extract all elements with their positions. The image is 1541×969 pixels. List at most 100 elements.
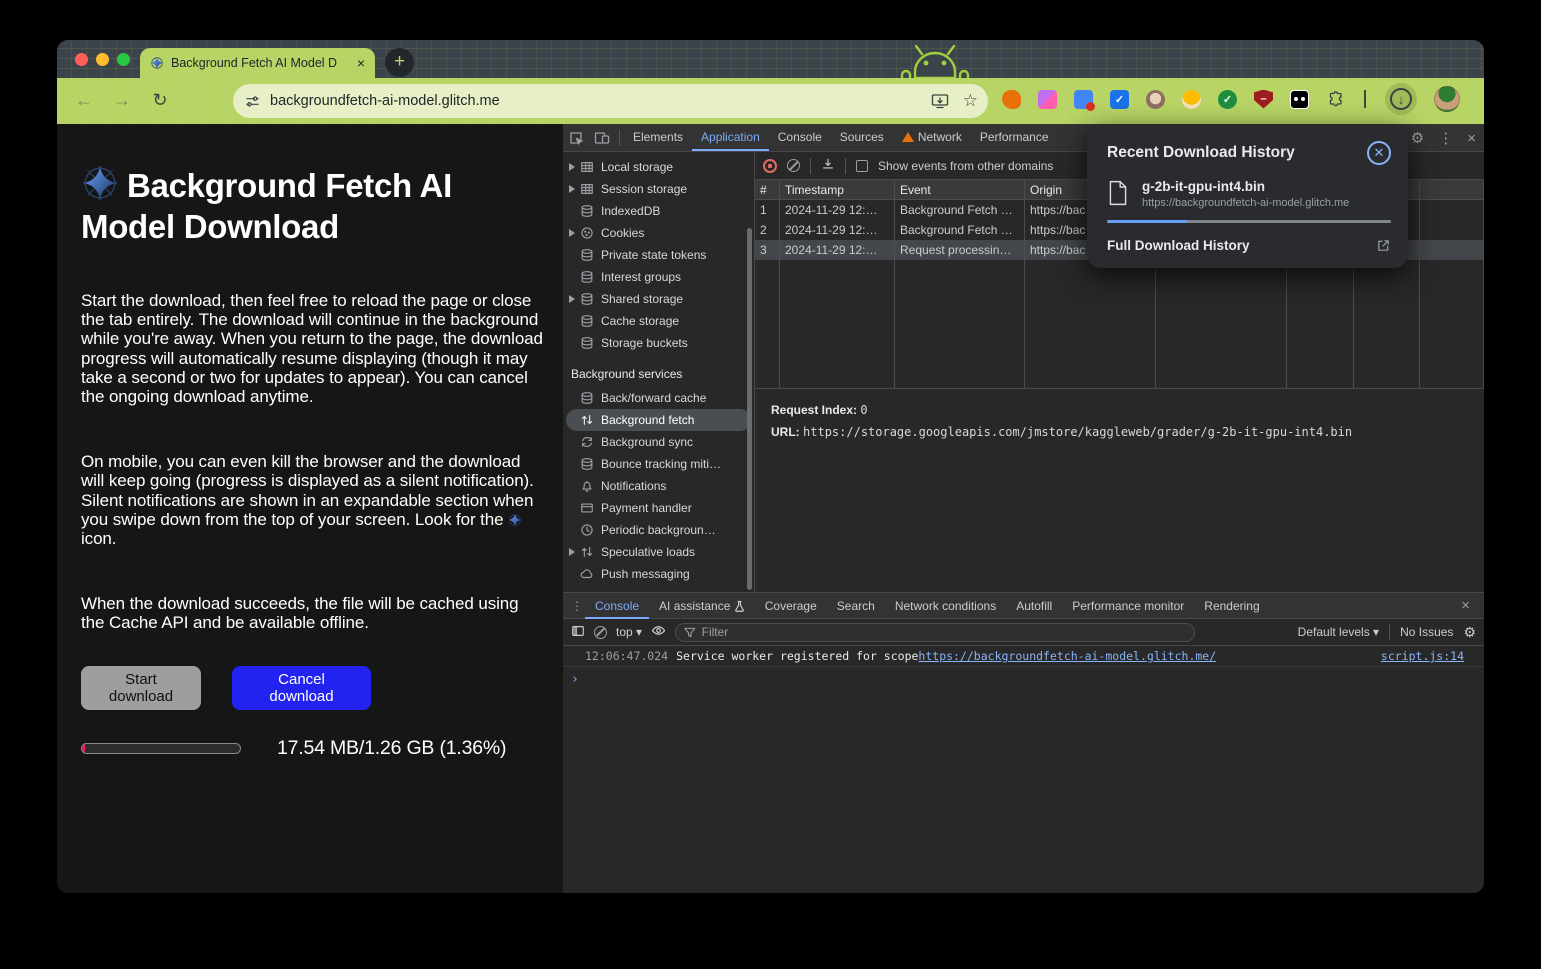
extension-blocks-icon[interactable] <box>1038 90 1057 109</box>
save-events-icon[interactable] <box>821 157 835 174</box>
drawer-menu-dots-icon[interactable]: ⋮ <box>571 599 583 613</box>
drawer-tab-coverage[interactable]: Coverage <box>755 593 827 619</box>
sidebar-item-periodic-background-sync[interactable]: Periodic backgroun… <box>563 519 754 541</box>
new-tab-button[interactable]: + <box>385 48 414 77</box>
devtools-tab-application[interactable]: Application <box>692 124 769 151</box>
sidebar-item-local-storage[interactable]: Local storage <box>563 156 754 178</box>
sidebar-scrollbar[interactable] <box>747 228 752 590</box>
zoom-window-button[interactable] <box>117 53 130 66</box>
sidebar-item-cache-storage[interactable]: Cache storage <box>563 310 754 332</box>
download-progress-bar <box>81 743 241 754</box>
close-window-button[interactable] <box>75 53 88 66</box>
console-filter[interactable] <box>675 623 1195 642</box>
log-source-link[interactable]: script.js:14 <box>1381 646 1464 666</box>
devtools-tab-sources[interactable]: Sources <box>831 124 893 151</box>
downloads-button[interactable]: ↓ <box>1385 83 1417 115</box>
sidebar-item-storage-buckets[interactable]: Storage buckets <box>563 332 754 354</box>
drawer-tab-ai-assistance[interactable]: AI assistance <box>649 593 755 619</box>
minimize-window-button[interactable] <box>96 53 109 66</box>
sidebar-item-interest-groups[interactable]: Interest groups <box>563 266 754 288</box>
popup-close-icon[interactable]: ✕ <box>1367 141 1391 165</box>
devtools-tab-elements[interactable]: Elements <box>624 124 692 151</box>
url-text[interactable]: backgroundfetch-ai-model.glitch.me <box>270 93 931 109</box>
devtools-tab-network[interactable]: Network <box>893 124 971 151</box>
site-settings-tune-icon[interactable] <box>245 94 260 109</box>
live-expression-eye-icon[interactable] <box>651 624 666 640</box>
show-events-checkbox[interactable] <box>856 160 868 172</box>
console-sidebar-toggle-icon[interactable] <box>571 624 585 641</box>
table-row[interactable]: 2 <box>755 220 780 240</box>
sidebar-item-payment-handler[interactable]: Payment handler <box>563 497 754 519</box>
extensions-puzzle-icon[interactable] <box>1326 90 1345 109</box>
cancel-download-button[interactable]: Cancel download <box>232 666 371 710</box>
table-row-selected[interactable]: 3 <box>755 240 780 260</box>
drawer-tab-performance-monitor[interactable]: Performance monitor <box>1062 593 1194 619</box>
browser-tab[interactable]: Background Fetch AI Model D × <box>140 48 375 78</box>
device-toolbar-icon[interactable] <box>594 130 610 146</box>
sidebar-item-session-storage[interactable]: Session storage <box>563 178 754 200</box>
start-download-button[interactable]: Start download <box>81 666 201 710</box>
clear-events-icon[interactable] <box>787 159 800 172</box>
drawer-tab-console[interactable]: Console <box>585 593 649 619</box>
default-levels-dropdown[interactable]: Default levels ▾ <box>1298 625 1379 639</box>
inspect-element-icon[interactable] <box>568 130 584 146</box>
bookmark-star-icon[interactable]: ☆ <box>963 91 978 111</box>
drawer-close-icon[interactable]: × <box>1461 597 1470 614</box>
devtools-settings-gear-icon[interactable]: ⚙ <box>1411 129 1424 147</box>
console-filter-input[interactable] <box>702 625 1186 639</box>
full-download-history-link[interactable]: Full Download History <box>1107 238 1250 253</box>
drawer-tab-autofill[interactable]: Autofill <box>1006 593 1062 619</box>
external-link-icon[interactable] <box>1376 238 1391 253</box>
reload-button[interactable]: ↻ <box>147 87 173 113</box>
extension-shield-icon[interactable] <box>1254 90 1273 109</box>
console-settings-gear-icon[interactable]: ⚙ <box>1463 624 1476 641</box>
extension-worker-icon[interactable] <box>1182 90 1201 109</box>
log-scope-link[interactable]: https://backgroundfetch-ai-model.glitch.… <box>918 646 1216 666</box>
issues-counter[interactable]: No Issues <box>1400 625 1453 639</box>
devtools-menu-dots-icon[interactable]: ⋮ <box>1438 129 1453 147</box>
browser-menu-dots-icon[interactable]: ⋮ <box>1477 89 1484 109</box>
devtools-close-icon[interactable]: × <box>1467 130 1476 147</box>
sidebar-item-push-messaging[interactable]: Push messaging <box>563 563 754 585</box>
install-app-icon[interactable] <box>931 93 949 109</box>
sidebar-item-cookies[interactable]: Cookies <box>563 222 754 244</box>
drawer-tab-network-conditions[interactable]: Network conditions <box>885 593 1006 619</box>
sidebar-item-indexeddb[interactable]: IndexedDB <box>563 200 754 222</box>
console-prompt-chevron[interactable]: › <box>563 667 1484 687</box>
page-title: Background Fetch AI Model Download <box>81 164 539 247</box>
console-context-selector[interactable]: top ▾ <box>616 625 642 639</box>
sidebar-item-shared-storage[interactable]: Shared storage <box>563 288 754 310</box>
devtools-tab-performance[interactable]: Performance <box>971 124 1058 151</box>
sidebar-item-background-sync[interactable]: Background sync <box>563 431 754 453</box>
sidebar-item-speculative-loads[interactable]: Speculative loads <box>563 541 754 563</box>
download-item[interactable]: g-2b-it-gpu-int4.bin https://backgroundf… <box>1107 179 1391 209</box>
extension-black-square-icon[interactable] <box>1290 90 1309 109</box>
extension-fox-icon[interactable] <box>1002 90 1021 109</box>
web-page-content: Background Fetch AI Model Download Start… <box>57 124 563 893</box>
col-header-timestamp[interactable]: Timestamp <box>780 180 895 200</box>
show-events-checkbox-label[interactable]: Show events from other domains <box>878 159 1053 173</box>
sidebar-item-bounce-tracking[interactable]: Bounce tracking miti… <box>563 453 754 475</box>
sidebar-item-background-fetch[interactable]: Background fetch <box>566 409 751 431</box>
col-header-event[interactable]: Event <box>895 180 1025 200</box>
record-events-button[interactable] <box>763 159 777 173</box>
devtools-tab-console[interactable]: Console <box>769 124 831 151</box>
table-row[interactable]: 1 <box>755 200 780 220</box>
drawer-tab-rendering[interactable]: Rendering <box>1194 593 1269 619</box>
col-header-num[interactable]: # <box>755 180 780 200</box>
extension-monkey-icon[interactable] <box>1146 90 1165 109</box>
extension-green-check-icon[interactable] <box>1218 90 1237 109</box>
profile-avatar[interactable] <box>1434 86 1460 112</box>
sidebar-item-notifications[interactable]: Notifications <box>563 475 754 497</box>
tab-close-icon[interactable]: × <box>357 55 365 71</box>
forward-button[interactable]: → <box>109 87 135 113</box>
sidebar-item-private-state-tokens[interactable]: Private state tokens <box>563 244 754 266</box>
omnibox[interactable]: backgroundfetch-ai-model.glitch.me ☆ <box>233 84 988 118</box>
clear-console-icon[interactable] <box>594 626 607 639</box>
download-file-name: g-2b-it-gpu-int4.bin <box>1142 179 1349 194</box>
extension-password-key-icon[interactable] <box>1074 90 1093 109</box>
drawer-tab-search[interactable]: Search <box>827 593 885 619</box>
back-button[interactable]: ← <box>71 87 97 113</box>
extension-blue-check-icon[interactable] <box>1110 90 1129 109</box>
sidebar-item-back-forward-cache[interactable]: Back/forward cache <box>563 387 754 409</box>
